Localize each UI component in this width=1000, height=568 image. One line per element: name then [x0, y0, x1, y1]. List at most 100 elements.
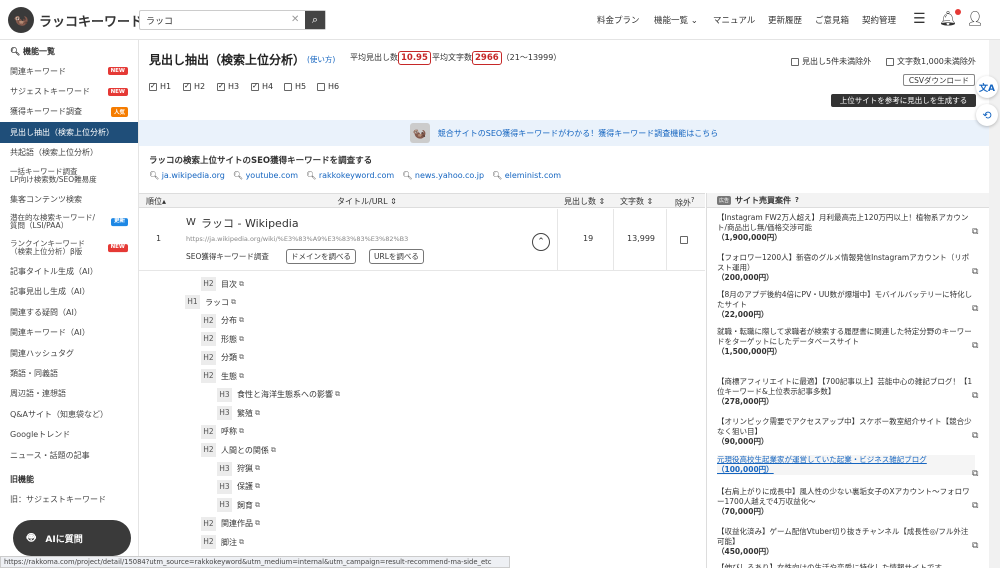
heading-filter[interactable]: ✓ H4: [251, 82, 273, 91]
heading-item[interactable]: H2 人間との関係 ⧉: [201, 442, 276, 458]
exclude-short[interactable]: 文字数1,000未満除外: [886, 56, 976, 67]
sidebar-item-old-suggest[interactable]: 旧：サジェストキーワード: [0, 489, 138, 509]
heading-filter[interactable]: H6: [317, 82, 339, 91]
heading-item[interactable]: H2 関連作品 ⧉: [201, 516, 260, 532]
help-icon[interactable]: ?: [691, 196, 695, 204]
clear-icon[interactable]: ✕: [291, 11, 305, 29]
heading-item[interactable]: H2 分布 ⧉: [201, 313, 244, 329]
domain-link[interactable]: 🔍︎ youtube.com: [233, 171, 298, 180]
translate-icon[interactable]: 文A: [976, 76, 998, 98]
nav-contract[interactable]: 契約管理: [862, 14, 896, 26]
ad-item[interactable]: 【商標アフィリエイトに最適】【700記事以上】芸能中心の雑記ブログ！【1位キーワ…: [717, 377, 975, 407]
heading-item[interactable]: H3 保護 ⧉: [217, 479, 260, 495]
heading-item[interactable]: H2 目次 ⧉: [201, 276, 244, 292]
sidebar-item[interactable]: 集客コンテンツ検索: [0, 189, 138, 209]
heading-item[interactable]: H3 食性と海洋生態系への影響 ⧉: [217, 387, 340, 403]
sidebar-item[interactable]: ニュース・話題の記事: [0, 445, 138, 465]
heading-item[interactable]: H2 形態 ⧉: [201, 331, 244, 347]
sidebar-item[interactable]: 獲得キーワード調査 人気: [0, 102, 138, 122]
sidebar-item[interactable]: 見出し抽出（検索上位分析）: [0, 122, 138, 143]
sidebar-item[interactable]: 潜在的な検索キーワード/ 質問（LSI/PAA） 更新: [0, 209, 138, 235]
howto-link[interactable]: (使い方): [307, 54, 335, 65]
heading-filter[interactable]: ✓ H3: [217, 82, 239, 91]
promo-banner[interactable]: 🦦 競合サイトのSEO獲得キーワードがわかる！獲得キーワード調査機能はこちら: [139, 120, 989, 146]
sidebar-item[interactable]: 記事見出し生成（AI）: [0, 282, 138, 302]
exclude-few-headings[interactable]: 見出し5件未満除外: [791, 56, 871, 67]
csv-download-button[interactable]: CSVダウンロード: [903, 74, 975, 86]
exclude-few-headings-checkbox[interactable]: [791, 57, 799, 66]
heading-item[interactable]: H2 呼称 ⧉: [201, 424, 244, 440]
ad-item[interactable]: 【Instagram FW2万人超え】月利最高売上120万円以上！植物系アカウン…: [717, 213, 975, 243]
search-button[interactable]: ⌕: [305, 11, 325, 29]
help-icon[interactable]: ?: [795, 196, 799, 204]
nav-changelog[interactable]: 更新履歴: [768, 14, 802, 26]
assistant-icon[interactable]: ⟲: [976, 104, 998, 126]
menu-icon[interactable]: ☰: [913, 11, 926, 27]
heading-filter-checkbox[interactable]: ✓: [217, 82, 225, 91]
sidebar-item[interactable]: 記事タイトル生成（AI）: [0, 261, 138, 281]
external-link-icon[interactable]: ⧉: [972, 501, 978, 511]
domain-link[interactable]: 🔍︎ ja.wikipedia.org: [149, 171, 225, 180]
heading-item[interactable]: H3 飼育 ⧉: [217, 497, 260, 513]
ai-question-button[interactable]: 🤖︎ AIに質問: [13, 520, 131, 556]
nav-feedback[interactable]: ご意見箱: [815, 14, 849, 26]
sidebar-item[interactable]: サジェストキーワード NEW: [0, 81, 138, 101]
heading-filter[interactable]: H5: [284, 82, 306, 91]
user-icon[interactable]: 👤︎: [966, 11, 984, 27]
nav-pricing[interactable]: 料金プラン: [597, 14, 640, 26]
exclude-short-checkbox[interactable]: [886, 57, 894, 66]
check-domain-button[interactable]: ドメインを調べる: [286, 249, 356, 264]
ad-item[interactable]: 【収益化済み】ゲーム配信Vtuber切り抜きチャンネル【成長性◎/フル外注可能】…: [717, 527, 975, 557]
external-link-icon[interactable]: ⧉: [972, 391, 978, 401]
heading-filter-checkbox[interactable]: ✓: [183, 82, 191, 91]
sidebar-item[interactable]: 共起語（検索上位分析）: [0, 143, 138, 163]
ad-item[interactable]: 元現役高校生起業家が運営していた起業・ビジネス雑記ブログ （100,000円）: [717, 455, 975, 475]
heading-filter-checkbox[interactable]: ✓: [149, 82, 157, 91]
heading-item[interactable]: H3 狩猟 ⧉: [217, 461, 260, 477]
th-rank[interactable]: 順位▴: [146, 196, 166, 207]
heading-item[interactable]: H2 生態 ⧉: [201, 368, 244, 384]
ad-item[interactable]: 【オリンピック需要でアクセスアップ中】スケボー教室紹介サイト【競合少なく狙い目】…: [717, 417, 975, 447]
external-link-icon[interactable]: ⧉: [972, 227, 978, 237]
heading-item[interactable]: H2 脚注 ⧉: [201, 534, 244, 550]
domain-link[interactable]: 🔍︎ news.yahoo.co.jp: [402, 171, 484, 180]
domain-link[interactable]: 🔍︎ eleminist.com: [492, 171, 561, 180]
heading-item[interactable]: H2 分類 ⧉: [201, 350, 244, 366]
sidebar-item[interactable]: 類語・同義語: [0, 363, 138, 383]
nav-features[interactable]: 機能一覧 ⌄: [654, 14, 698, 26]
sidebar-item[interactable]: 関連キーワード NEW: [0, 61, 138, 81]
external-link-icon[interactable]: ⧉: [972, 469, 978, 479]
row-title[interactable]: ラッコ - Wikipedia: [201, 215, 299, 231]
heading-item[interactable]: H3 繁殖 ⧉: [217, 405, 260, 421]
heading-filter-checkbox[interactable]: [317, 82, 325, 91]
sidebar-item[interactable]: 周辺語・連想語: [0, 384, 138, 404]
sidebar-item[interactable]: Googleトレンド: [0, 424, 138, 444]
heading-filter[interactable]: ✓ H1: [149, 82, 171, 91]
external-link-icon[interactable]: ⧉: [972, 541, 978, 551]
sidebar-item[interactable]: 関連する疑問（AI）: [0, 302, 138, 322]
heading-filter[interactable]: ✓ H2: [183, 82, 205, 91]
sidebar-item[interactable]: Q&Aサイト（知恵袋など）: [0, 404, 138, 424]
heading-item[interactable]: H1 ラッコ ⧉: [185, 294, 236, 310]
sidebar-item[interactable]: ランクインキーワード （検索上位分析）β版 NEW: [0, 235, 138, 261]
th-chars[interactable]: 文字数 ⇕: [620, 196, 653, 207]
generate-headings-button[interactable]: 上位サイトを参考に見出しを生成する: [831, 94, 976, 107]
th-headings[interactable]: 見出し数 ⇕: [564, 196, 605, 207]
sidebar-item[interactable]: 一括キーワード調査 LP向け検索数/SEO難易度: [0, 163, 138, 189]
domain-link[interactable]: 🔍︎ rakkokeyword.com: [306, 171, 394, 180]
heading-filter-checkbox[interactable]: [284, 82, 292, 91]
th-title[interactable]: タイトル/URL ⇕: [337, 196, 397, 207]
external-link-icon[interactable]: ⧉: [972, 267, 978, 277]
row-exclude-checkbox[interactable]: [680, 236, 688, 244]
nav-manual[interactable]: マニュアル: [713, 14, 755, 26]
sidebar-item[interactable]: 関連キーワード（AI）: [0, 323, 138, 343]
sidebar-item[interactable]: 関連ハッシュタグ: [0, 343, 138, 363]
heading-filter-checkbox[interactable]: ✓: [251, 82, 259, 91]
ad-item[interactable]: 【フォロワー1200人】新宿のグルメ情報発信Instagramアカウント（リポス…: [717, 253, 975, 283]
logo[interactable]: 🦦 ラッコキーワード: [8, 7, 143, 33]
external-link-icon[interactable]: ⧉: [972, 341, 978, 351]
external-link-icon[interactable]: ⧉: [972, 431, 978, 441]
ad-item[interactable]: 就職・転職に際して求職者が検索する履歴書に関連した特定分野のキーワードをターゲッ…: [717, 327, 975, 357]
collapse-toggle[interactable]: ⌃: [532, 233, 550, 251]
external-link-icon[interactable]: ⧉: [972, 304, 978, 314]
